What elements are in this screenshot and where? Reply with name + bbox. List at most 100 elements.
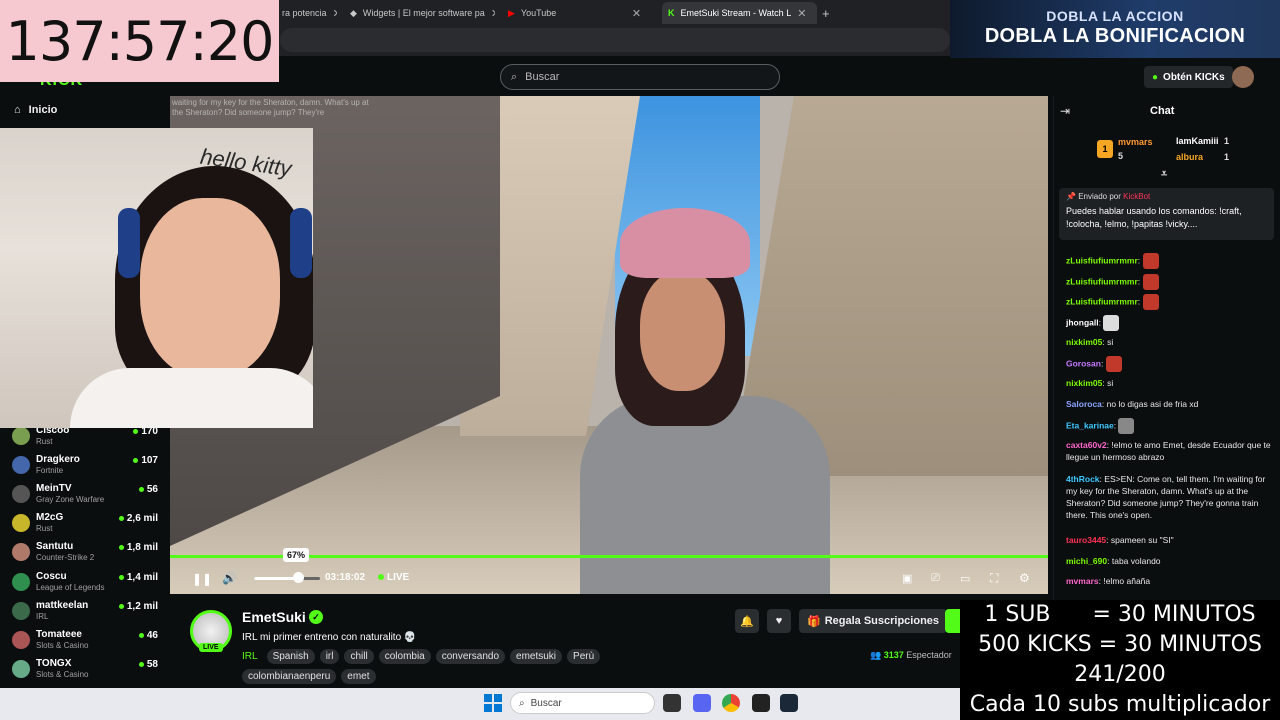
browser-tab[interactable]: ◆ Widgets | El mejor software pa ✕ — [350, 4, 495, 22]
stream-tag[interactable]: Perù — [567, 649, 601, 664]
chat-message: nixkim05: si — [1066, 337, 1114, 347]
close-tab-icon[interactable]: ✕ — [491, 7, 495, 20]
chrome-icon[interactable] — [722, 694, 740, 712]
sidebar-channel[interactable]: TONGX Slots & Casino 58 — [12, 658, 162, 686]
address-bar[interactable] — [280, 28, 950, 52]
sidebar-channel[interactable]: Ciscoo Rust 170 — [12, 425, 162, 453]
close-tab-icon[interactable]: ✕ — [797, 7, 806, 20]
chat-username[interactable]: michi_690 — [1066, 556, 1107, 566]
live-indicator[interactable]: LIVE — [378, 572, 409, 583]
browser-tab[interactable]: ra potencia ✕ — [282, 4, 337, 22]
fullscreen-icon[interactable]: ⛶ — [990, 571, 998, 586]
live-dot-icon — [138, 632, 144, 638]
chat-username[interactable]: mvmars — [1066, 576, 1099, 586]
tab-label: YouTube — [520, 8, 557, 18]
chat-username[interactable]: zLuisfiufiumrmmr — [1066, 296, 1138, 306]
stream-tag[interactable]: conversando — [435, 649, 506, 664]
leaderboard-user[interactable]: IamKamiii — [1176, 136, 1219, 146]
chat-username[interactable]: Gorosan — [1066, 358, 1101, 368]
browser-tab-active[interactable]: K EmetSuki Stream - Watch L ✕ — [662, 2, 817, 24]
windows-start-icon[interactable] — [484, 694, 502, 712]
chat-username[interactable]: 4thRock — [1066, 474, 1100, 484]
task-view-icon[interactable] — [663, 694, 681, 712]
notification-bell-icon[interactable]: 🔔 — [735, 609, 759, 633]
volume-tooltip: 67% — [283, 548, 310, 562]
subscribe-button[interactable] — [945, 609, 960, 633]
sidebar-channel[interactable]: MeinTV Gray Zone Warfare 56 — [12, 483, 162, 511]
search-input[interactable]: ⌕ Buscar — [500, 64, 780, 90]
chat-emote-icon — [1142, 253, 1159, 269]
stream-tag[interactable]: chill — [344, 649, 374, 664]
close-tab-icon[interactable]: ✕ — [333, 7, 337, 20]
channel-avatar — [12, 427, 30, 445]
category-link[interactable]: IRL — [242, 651, 258, 662]
obs-icon[interactable] — [752, 694, 770, 712]
chat-username[interactable]: zLuisfiufiumrmmr — [1066, 255, 1138, 265]
sidebar-channel[interactable]: M2cG Rust 2,6 mil — [12, 512, 162, 540]
chat-message: zLuisfiufiumrmmr: — [1066, 274, 1271, 290]
taskbar-search[interactable]: ⌕ Buscar — [510, 692, 655, 714]
chat-username[interactable]: nixkim05 — [1066, 378, 1102, 388]
sidebar-channel[interactable]: mattkeelan IRL 1,2 mil — [12, 600, 162, 628]
steam-icon[interactable] — [780, 694, 798, 712]
sidebar-channel[interactable]: Coscu League of Legends 1,4 mil — [12, 571, 162, 599]
channel-viewers: 58 — [138, 659, 158, 670]
stream-tag[interactable]: emet — [341, 669, 376, 684]
chat-username[interactable]: tauro3445 — [1066, 535, 1106, 545]
channel-name: MeinTV — [36, 483, 72, 494]
stream-tag[interactable]: Spanish — [266, 649, 315, 664]
follow-heart-icon[interactable]: ♥ — [767, 609, 791, 633]
get-kicks-button[interactable]: ● Obtén KICKs — [1144, 66, 1233, 88]
gift-subs-button[interactable]: 🎁 Regala Suscripciones — [799, 609, 948, 633]
pinned-user[interactable]: KickBot — [1123, 192, 1150, 201]
browser-tab[interactable]: ▶ YouTube ✕ — [508, 4, 653, 22]
theater-mode-icon[interactable]: ▭ — [960, 572, 970, 585]
collapse-chat-icon[interactable]: ⇥ — [1060, 104, 1070, 118]
channel-viewers: 107 — [133, 455, 158, 466]
subathon-line: Cada 10 subs multiplicador — [969, 692, 1271, 717]
taskbar-search-label: Buscar — [530, 697, 562, 709]
chat-message: nixkim05: si — [1066, 378, 1114, 388]
live-dot-icon — [138, 661, 144, 667]
leaderboard-user[interactable]: mvmars — [1118, 137, 1153, 147]
chat-username[interactable]: Eta_karinae — [1066, 420, 1114, 430]
chat-username[interactable]: jhongall — [1066, 317, 1099, 327]
leaderboard-user[interactable]: albura — [1176, 152, 1203, 162]
viewers-label: Espectador — [906, 650, 952, 660]
discord-icon[interactable] — [693, 694, 711, 712]
subathon-goal: 241/200 — [1074, 662, 1166, 687]
channel-name: Coscu — [36, 571, 67, 582]
user-avatar[interactable] — [1232, 66, 1254, 88]
sidebar-item-home[interactable]: ⌂ Inicio — [14, 104, 57, 116]
expand-leaderboard-icon[interactable]: ⩡ — [1161, 168, 1167, 181]
chat-username[interactable]: zLuisfiufiumrmmr — [1066, 276, 1138, 286]
youtube-icon: ▶ — [508, 7, 515, 18]
new-tab-button[interactable]: + — [822, 4, 836, 22]
chat-username[interactable]: nixkim05 — [1066, 337, 1102, 347]
sidebar-channel[interactable]: Dragkero Fortnite 107 — [12, 454, 162, 482]
chat-message: zLuisfiufiumrmmr: — [1066, 294, 1271, 310]
windows-taskbar — [0, 688, 960, 720]
volume-icon[interactable]: 🔊 — [222, 571, 237, 585]
channel-viewers: 1,8 mil — [118, 542, 158, 553]
settings-gear-icon[interactable]: ⚙ — [1019, 571, 1030, 585]
volume-fill — [254, 577, 299, 580]
chat-emote-icon — [1118, 418, 1135, 434]
sidebar-channel[interactable]: Santutu Counter-Strike 2 1,8 mil — [12, 541, 162, 569]
chat-text: !elmo añaña — [1103, 576, 1151, 586]
chat-message: michi_690: taba volando — [1066, 556, 1161, 566]
chat-username[interactable]: Saloroca — [1066, 399, 1102, 409]
sidebar-channel[interactable]: Tomateee Slots & Casino 46 — [12, 629, 162, 657]
channel-name[interactable]: EmetSuki — [242, 609, 306, 625]
stream-tag[interactable]: colombianaenperu — [242, 669, 337, 684]
clip-icon[interactable]: ⎚ — [931, 572, 940, 585]
channel-name: Dragkero — [36, 454, 80, 465]
subathon-line: 1 SUB = 30 MINUTOS — [984, 602, 1256, 627]
stream-tag[interactable]: colombia — [378, 649, 431, 664]
chat-username[interactable]: caxta60v2 — [1066, 440, 1107, 450]
pause-button[interactable]: ❚❚ — [192, 572, 212, 586]
miniplayer-icon[interactable]: ▣ — [902, 572, 912, 585]
stream-tag[interactable]: irl — [319, 649, 340, 664]
close-tab-icon[interactable]: ✕ — [632, 7, 641, 20]
stream-tag[interactable]: emetsuki — [510, 649, 563, 664]
